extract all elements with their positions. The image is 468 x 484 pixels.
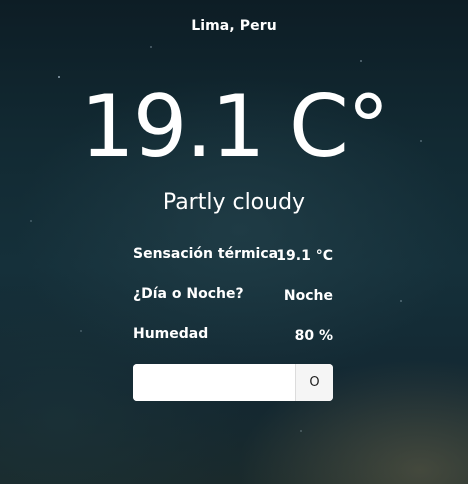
- weather-condition: Partly cloudy: [162, 190, 306, 215]
- search-button[interactable]: O: [295, 364, 333, 401]
- star: [80, 330, 82, 332]
- day-night-value: Noche: [283, 288, 333, 304]
- star: [400, 300, 402, 302]
- star: [30, 220, 32, 222]
- humidity-value: 80 %: [294, 328, 333, 344]
- feels-like-label: Sensación térmica: [133, 246, 279, 262]
- temperature-readout: 19.1 C°: [80, 77, 390, 177]
- day-night-label: ¿Día o Noche?: [133, 286, 244, 302]
- star: [150, 46, 152, 48]
- detail-row-humidity: Humedad 80 %: [133, 324, 333, 364]
- star: [300, 430, 302, 432]
- humidity-label: Humedad: [133, 326, 209, 342]
- detail-row-day-night: ¿Día o Noche? Noche: [133, 284, 333, 324]
- star-field-background: [0, 0, 468, 484]
- city-search-form: O: [133, 364, 333, 401]
- weather-details: Sensación térmica 19.1 °C ¿Día o Noche? …: [133, 244, 333, 364]
- detail-row-feels-like: Sensación térmica 19.1 °C: [133, 244, 333, 284]
- star: [360, 60, 362, 62]
- city-search-input[interactable]: [133, 364, 295, 401]
- location-title: Lima, Peru: [191, 18, 277, 34]
- feels-like-value: 19.1 °C: [276, 248, 333, 264]
